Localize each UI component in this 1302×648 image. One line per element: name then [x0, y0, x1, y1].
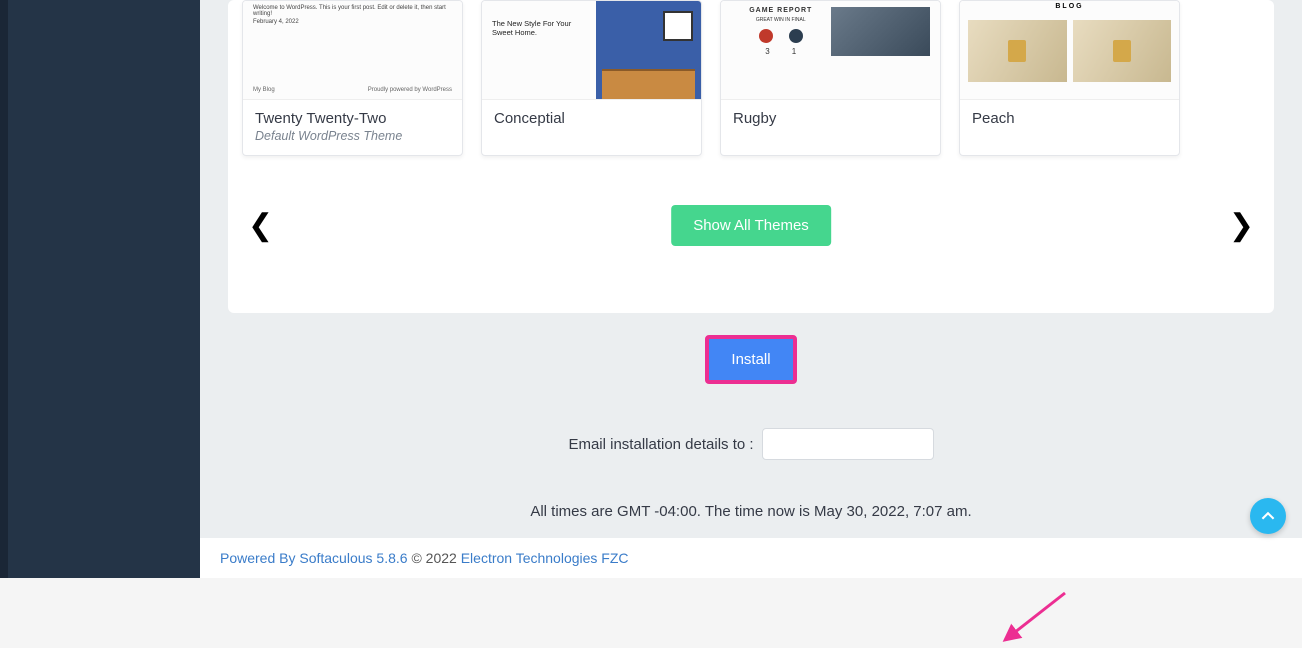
chevron-up-icon — [1261, 509, 1275, 523]
theme-name: Rugby — [733, 110, 928, 127]
team-badge-1 — [759, 29, 773, 43]
theme-info: Conceptial — [482, 100, 701, 139]
preview-frame — [663, 11, 693, 41]
carousel-nav: ❮ Show All Themes ❯ — [242, 156, 1260, 283]
preview-action-image — [831, 7, 931, 56]
chevron-right-icon[interactable]: ❯ — [1223, 208, 1260, 243]
sidebar — [0, 0, 200, 578]
preview-image-1 — [968, 20, 1067, 82]
preview-text: Welcome to WordPress. This is your first… — [253, 5, 462, 17]
preview-heading: GAME REPORT — [731, 7, 831, 14]
preview-date: February 4, 2022 — [253, 19, 299, 25]
theme-name: Peach — [972, 110, 1167, 127]
score-2: 1 — [792, 47, 796, 56]
sidebar-accent — [0, 0, 8, 578]
content-card: Welcome to WordPress. This is your first… — [228, 0, 1274, 313]
install-button[interactable]: Install — [709, 339, 792, 380]
annotation-arrow-icon — [995, 588, 1075, 648]
team-badge-2 — [789, 29, 803, 43]
company-link[interactable]: Electron Technologies FZC — [461, 550, 629, 566]
email-row: Email installation details to : — [200, 428, 1302, 460]
email-label: Email installation details to : — [568, 436, 753, 453]
preview-desk — [602, 69, 695, 99]
theme-info: Rugby — [721, 100, 940, 139]
email-input[interactable] — [762, 428, 934, 460]
theme-card-rugby[interactable]: GAME REPORT GREAT WIN IN FINAL 3 1 — [720, 0, 941, 156]
preview-sub: GREAT WIN IN FINAL — [731, 17, 831, 23]
show-all-themes-button[interactable]: Show All Themes — [671, 205, 831, 246]
theme-subtitle: Default WordPress Theme — [255, 129, 450, 143]
scroll-to-top-button[interactable] — [1250, 498, 1286, 534]
theme-info: Peach — [960, 100, 1179, 139]
preview-powered: Proudly powered by WordPress — [368, 87, 452, 93]
theme-name: Conceptial — [494, 110, 689, 127]
preview-headline: The New Style For Your Sweet Home. — [492, 19, 588, 37]
copyright-text: © 2022 — [408, 550, 461, 566]
preview-heading: BLOG — [968, 3, 1171, 10]
install-section: Install — [200, 335, 1302, 384]
theme-card-peach[interactable]: BLOG Peach — [959, 0, 1180, 156]
chevron-left-icon[interactable]: ❮ — [242, 208, 279, 243]
install-highlight: Install — [705, 335, 796, 384]
theme-card-twentytwentytwo[interactable]: Welcome to WordPress. This is your first… — [242, 0, 463, 156]
theme-preview: The New Style For Your Sweet Home. — [482, 1, 701, 100]
theme-card-conceptial[interactable]: The New Style For Your Sweet Home. Conce… — [481, 0, 702, 156]
theme-preview: BLOG — [960, 1, 1179, 100]
preview-image-2 — [1073, 20, 1172, 82]
themes-row: Welcome to WordPress. This is your first… — [242, 0, 1260, 156]
footer: Powered By Softaculous 5.8.6 © 2022 Elec… — [200, 538, 1302, 578]
theme-info: Twenty Twenty-Two Default WordPress Them… — [243, 100, 462, 155]
theme-preview: Welcome to WordPress. This is your first… — [243, 1, 462, 100]
time-bar: All times are GMT -04:00. The time now i… — [200, 485, 1302, 538]
main-content: Welcome to WordPress. This is your first… — [200, 0, 1302, 578]
theme-name: Twenty Twenty-Two — [255, 110, 450, 127]
theme-preview: GAME REPORT GREAT WIN IN FINAL 3 1 — [721, 1, 940, 100]
powered-by-link[interactable]: Powered By Softaculous 5.8.6 — [220, 550, 408, 566]
preview-brand: My Blog — [253, 87, 275, 93]
score-1: 3 — [765, 47, 769, 56]
